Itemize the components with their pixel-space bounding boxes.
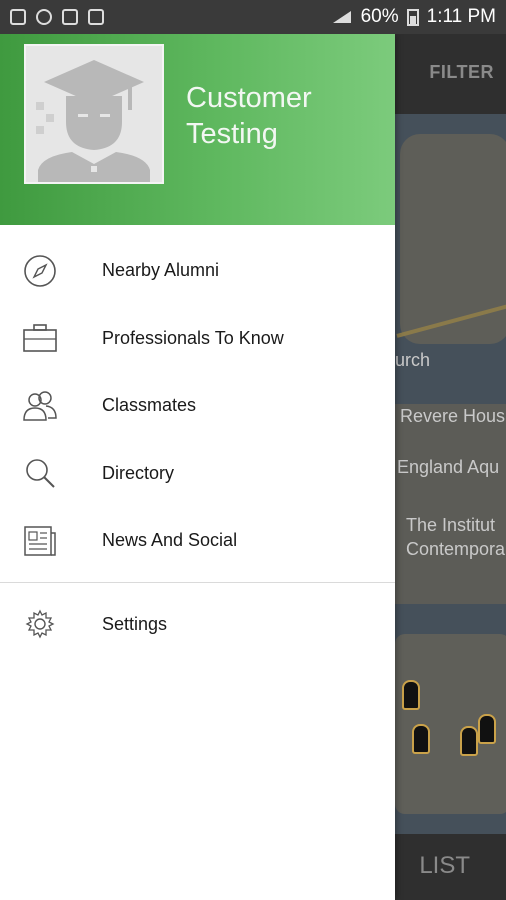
menu-item-label: Classmates [102, 395, 197, 416]
map-label: England Aqu [397, 457, 500, 477]
map-label: The Institut [406, 515, 496, 535]
map-pin[interactable] [412, 724, 430, 754]
map-pin[interactable] [478, 714, 496, 744]
battery-percent: 60% [360, 6, 399, 27]
map-land [395, 404, 506, 604]
image-notification-icon [10, 9, 26, 25]
map-pin[interactable] [402, 680, 420, 710]
graduate-avatar-icon [36, 60, 150, 182]
list-button[interactable]: LIST [419, 852, 470, 880]
map-pin[interactable] [460, 726, 478, 756]
filter-button[interactable]: FILTER [429, 62, 494, 83]
navigation-drawer: Customer Testing Nearby Alumni Professio… [0, 34, 395, 900]
menu-item-directory[interactable]: Directory [0, 440, 395, 508]
menu-item-news-social[interactable]: News And Social [0, 507, 395, 575]
briefcase-icon [22, 320, 58, 356]
map-label: Contempora [406, 539, 506, 559]
profile-name: Customer Testing [186, 82, 312, 150]
menu-item-settings[interactable]: Settings [0, 591, 395, 659]
menu-item-label: Professionals To Know [102, 327, 284, 348]
map-label: Revere Hous [400, 406, 506, 426]
menu-item-professionals[interactable]: Professionals To Know [0, 305, 395, 373]
avatar[interactable] [24, 44, 164, 184]
app-notification-icon [62, 9, 78, 25]
clock: 1:11 PM [426, 6, 496, 27]
drawer-header: Customer Testing [0, 34, 395, 225]
wifi-signal-icon [332, 11, 351, 23]
menu-item-nearby-alumni[interactable]: Nearby Alumni [0, 237, 395, 305]
battery-icon [406, 9, 419, 26]
sync-notification-icon [36, 9, 52, 25]
people-icon [22, 388, 58, 424]
newspaper-icon [22, 523, 58, 559]
menu-item-label: News And Social [102, 530, 238, 551]
menu-item-label: Nearby Alumni [102, 260, 220, 281]
menu-divider [0, 581, 395, 583]
notification-icons [10, 9, 104, 25]
play-notification-icon [88, 9, 104, 25]
menu-item-label: Directory [102, 462, 175, 483]
map-label: urch [395, 350, 431, 370]
compass-icon [22, 253, 58, 289]
gear-icon [22, 606, 58, 642]
menu-item-label: Settings [102, 613, 168, 634]
menu-item-classmates[interactable]: Classmates [0, 372, 395, 440]
drawer-menu: Nearby Alumni Professionals To Know Clas… [0, 225, 395, 658]
search-icon [22, 455, 58, 491]
status-bar: 60% 1:11 PM [0, 0, 506, 34]
